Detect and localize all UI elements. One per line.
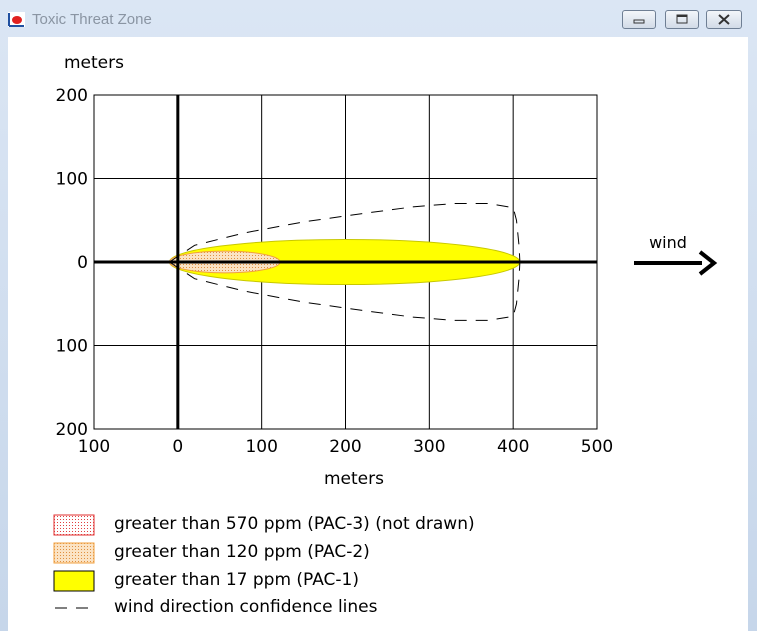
window-title: Toxic Threat Zone — [32, 11, 152, 28]
y-tick-label: 0 — [77, 253, 88, 273]
legend-label-confidence: wind direction confidence lines — [114, 597, 378, 617]
x-tick-label: 500 — [581, 437, 613, 457]
chart-app-icon — [8, 12, 25, 27]
x-axis-label: meters — [324, 469, 384, 489]
legend-swatch-pac2 — [53, 542, 95, 564]
maximize-icon — [676, 14, 688, 24]
threat-zone-plot: meters meters 100 0 100 200 300 400 5002001000… — [53, 53, 718, 617]
close-button[interactable] — [706, 10, 742, 29]
legend-swatch-pac1 — [53, 570, 95, 592]
x-tick-label: 100 — [245, 437, 277, 457]
legend-label-pac1: greater than 17 ppm (PAC-1) — [114, 570, 359, 590]
y-tick-label: 100 — [56, 170, 88, 190]
legend-label-pac3: greater than 570 ppm (PAC-3) (not drawn) — [114, 514, 475, 534]
wind-label: wind — [649, 233, 687, 252]
x-tick-label: 100 — [78, 437, 110, 457]
legend-swatch-pac3 — [53, 514, 95, 536]
x-tick-label: 400 — [497, 437, 529, 457]
y-axis-label: meters — [64, 53, 124, 73]
wind-arrow-icon — [698, 250, 718, 276]
y-tick-label: 200 — [56, 420, 88, 440]
title-bar[interactable]: Toxic Threat Zone — [0, 0, 757, 38]
x-tick-label: 200 — [329, 437, 361, 457]
maximize-button[interactable] — [665, 10, 699, 29]
x-tick-label: 300 — [413, 437, 445, 457]
x-tick-label: 0 — [172, 437, 183, 457]
close-icon — [718, 14, 730, 25]
client-area: meters meters 100 0 100 200 300 400 500 200 100 0… — [8, 37, 748, 631]
y-tick-label: 200 — [56, 86, 88, 106]
app-window: Toxic Threat Zone meters meters 100 0 10… — [0, 0, 757, 631]
minimize-icon — [633, 19, 645, 24]
legend: greater than 570 ppm (PAC-3) (not drawn)… — [53, 514, 475, 617]
wind-indicator: wind — [634, 233, 718, 276]
minimize-button[interactable] — [622, 10, 656, 29]
legend-label-pac2: greater than 120 ppm (PAC-2) — [114, 542, 370, 562]
y-tick-label: 100 — [56, 337, 88, 357]
